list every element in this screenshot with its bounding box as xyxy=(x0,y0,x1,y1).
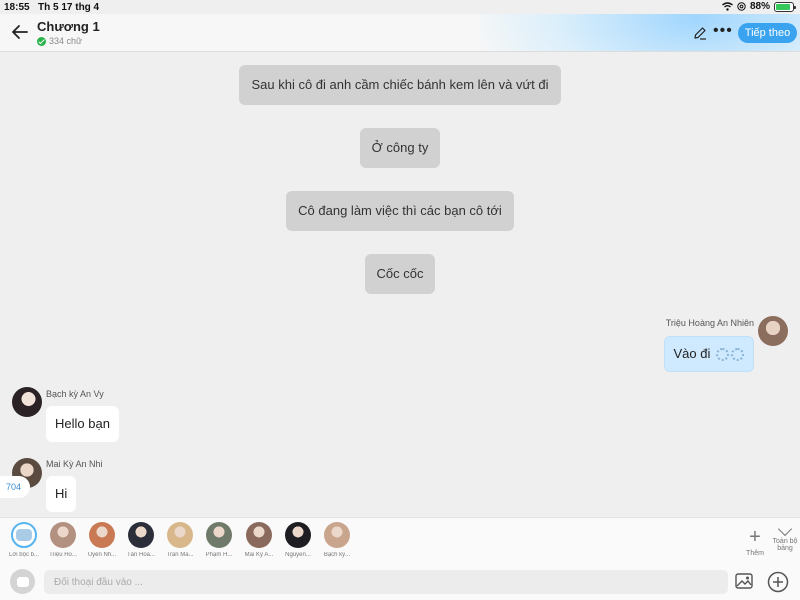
avatar[interactable] xyxy=(758,316,788,346)
battery-fill xyxy=(776,3,791,10)
status-right: 88% xyxy=(722,1,796,12)
character-avatar xyxy=(167,522,193,548)
character-avatar xyxy=(50,522,76,548)
add-label: Thêm xyxy=(746,550,764,557)
chapter-title: Chương 1 xyxy=(37,19,100,34)
character-item[interactable]: Tân Hoà... xyxy=(123,522,159,558)
back-arrow-icon[interactable] xyxy=(10,22,30,42)
dialogue-input[interactable] xyxy=(44,570,728,594)
narration-bubble[interactable]: Ở công ty xyxy=(360,128,440,168)
character-avatar xyxy=(285,522,311,548)
status-bar: 18:55 Th 5 17 thg 4 88% xyxy=(0,0,800,14)
character-avatar xyxy=(246,522,272,548)
status-date: Th 5 17 thg 4 xyxy=(38,2,100,13)
narration-bubble[interactable]: Cô đang làm việc thì các bạn cô tới xyxy=(286,191,514,231)
full-board-button[interactable]: Toàn bộ bảng xyxy=(770,521,800,552)
message-sender: Triệu Hoàng An Nhiên xyxy=(665,318,754,328)
chat-bubble-shape xyxy=(16,576,29,587)
character-item[interactable]: Uyên Nh... xyxy=(84,522,120,558)
character-name: Trần Mẫ... xyxy=(166,552,194,558)
message-sender: Bạch kỳ An Vy xyxy=(46,389,104,399)
message-sender: Mai Kỳ An Nhi xyxy=(46,459,103,469)
add-character-button[interactable]: + Thêm xyxy=(742,526,768,557)
sparkle-emoji-icon xyxy=(731,348,744,362)
chevron-down-icon xyxy=(777,521,793,537)
character-name: Triệu Ho... xyxy=(49,552,77,558)
plus-circle-icon[interactable] xyxy=(767,571,789,593)
plus-icon: + xyxy=(749,526,761,548)
narrator-icon xyxy=(11,522,37,548)
narration-bubble[interactable]: Cốc cốc xyxy=(365,254,435,294)
wifi-icon xyxy=(722,2,733,11)
character-item[interactable]: Mai Kỳ A... xyxy=(241,522,277,558)
incoming-message[interactable]: Hello bạn xyxy=(46,406,119,442)
battery-percent: 88% xyxy=(749,1,770,12)
character-name: Lời bộc b... xyxy=(9,552,39,558)
character-name: Uyên Nh... xyxy=(87,552,117,558)
pencil-icon[interactable] xyxy=(693,26,707,40)
character-avatar xyxy=(128,522,154,548)
incoming-message[interactable]: Hi xyxy=(46,476,77,512)
character-name: Tân Hoà... xyxy=(126,552,155,558)
word-count-text: 334 chữ xyxy=(49,36,83,46)
input-bar xyxy=(0,564,800,600)
battery-icon xyxy=(774,1,796,12)
avatar[interactable] xyxy=(12,387,42,417)
character-bar: Lời bộc b... Triệu Ho... Uyên Nh... Tân … xyxy=(0,517,800,564)
character-name: Phạm H... xyxy=(205,552,233,558)
character-narrator[interactable]: Lời bộc b... xyxy=(6,522,42,558)
character-avatar xyxy=(324,522,350,548)
check-icon xyxy=(37,36,46,46)
character-name: Nguyễn... xyxy=(285,552,311,558)
narrator-icon-shape xyxy=(16,529,32,541)
image-icon[interactable] xyxy=(735,573,753,589)
full-board-label: Toàn bộ bảng xyxy=(772,538,798,552)
message-counter[interactable]: 704 xyxy=(0,476,30,498)
word-count: 334 chữ xyxy=(37,36,82,46)
next-button[interactable]: Tiếp theo xyxy=(738,23,797,43)
message-text: Vào đi xyxy=(673,346,711,361)
more-options-icon[interactable]: ••• xyxy=(713,23,733,39)
character-item[interactable]: Triệu Ho... xyxy=(45,522,81,558)
character-item[interactable]: Bạch kỳ... xyxy=(319,522,355,558)
character-item[interactable]: Trần Mẫ... xyxy=(162,522,198,558)
sparkle-emoji-icon xyxy=(716,348,729,362)
character-name: Mai Kỳ A... xyxy=(244,552,274,558)
status-time: 18:55 xyxy=(4,2,30,13)
chapter-header: Chương 1 334 chữ ••• Tiếp theo xyxy=(0,14,800,52)
character-avatar xyxy=(89,522,115,548)
character-name: Bạch kỳ... xyxy=(323,552,351,558)
character-item[interactable]: Phạm H... xyxy=(201,522,237,558)
chat-bubble-icon[interactable] xyxy=(10,569,35,594)
character-item[interactable]: Nguyễn... xyxy=(280,522,316,558)
at-icon xyxy=(737,2,746,11)
character-avatar xyxy=(206,522,232,548)
outgoing-message[interactable]: Vào đi xyxy=(663,336,754,372)
narration-bubble[interactable]: Sau khi cô đi anh cầm chiếc bánh kem lên… xyxy=(239,65,561,105)
